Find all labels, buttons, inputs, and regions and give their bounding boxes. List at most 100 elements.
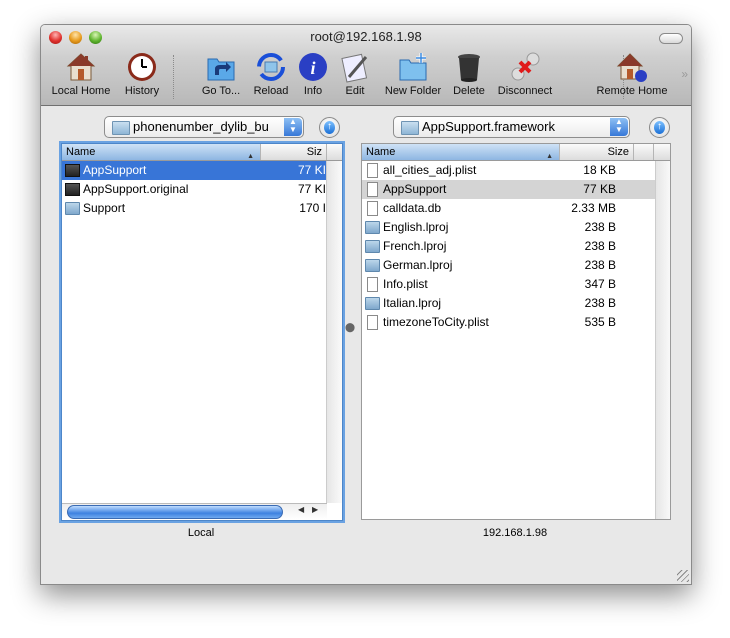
remote-file-list[interactable]: Name ▲ Size all_cities_adj.plist 18 KB AppS…	[361, 143, 671, 520]
new-folder-icon	[399, 53, 427, 81]
file-size: 238 B	[584, 258, 616, 272]
trash-icon	[458, 54, 480, 82]
file-row[interactable]: English.lproj 238 B	[362, 218, 655, 237]
toolbar-toggle-button[interactable]	[659, 33, 683, 44]
toolbar-overflow-icon[interactable]: »	[681, 67, 687, 81]
go-to-button[interactable]: Go To...	[197, 51, 245, 101]
title-bar: root@192.168.1.98 Local Home History Go …	[41, 25, 691, 106]
file-size: 18 KB	[583, 163, 616, 177]
column-header-size[interactable]: Size	[560, 144, 634, 160]
document-icon	[367, 163, 378, 178]
file-row[interactable]: German.lproj 238 B	[362, 256, 655, 275]
clock-icon	[128, 53, 156, 81]
file-size: 77 KB	[583, 182, 616, 196]
remote-house-icon	[616, 53, 647, 82]
local-horizontal-scrollbar[interactable]: ◀ ▶	[62, 503, 327, 519]
folder-icon	[365, 240, 380, 253]
executable-icon	[65, 164, 80, 177]
up-arrow-icon: ↑	[654, 121, 665, 134]
column-header-extra[interactable]	[634, 144, 654, 160]
column-header-name[interactable]: Name ▲	[62, 144, 261, 160]
file-size: 77 KI	[297, 182, 326, 196]
scroll-thumb[interactable]	[67, 505, 283, 519]
file-size: 238 B	[584, 220, 616, 234]
info-icon: i	[299, 53, 327, 81]
file-name: AppSupport.original	[83, 182, 189, 196]
file-name: English.lproj	[383, 220, 449, 234]
remote-vertical-scrollbar[interactable]	[655, 161, 670, 519]
house-icon	[66, 53, 96, 81]
file-row[interactable]: Info.plist 347 B	[362, 275, 655, 294]
remote-up-button[interactable]: ↑	[649, 117, 670, 138]
folder-icon	[365, 259, 380, 272]
file-size: 77 KI	[297, 163, 326, 177]
edit-button[interactable]: Edit	[337, 51, 373, 101]
column-header-name[interactable]: Name ▲	[362, 144, 560, 160]
folder-icon	[112, 121, 130, 135]
local-home-button[interactable]: Local Home	[49, 51, 113, 101]
local-file-list[interactable]: Name ▲ Siz AppSupport 77 KI AppSupport.orig…	[61, 143, 343, 521]
remote-path-popup[interactable]: AppSupport.framework ▲ ▼	[393, 116, 630, 138]
disconnect-icon	[511, 52, 540, 81]
file-size: 347 B	[584, 277, 616, 291]
popup-stepper-icon: ▲ ▼	[284, 118, 302, 136]
file-row[interactable]: AppSupport.original 77 KI	[62, 180, 326, 199]
file-name: Italian.lproj	[383, 296, 442, 310]
edit-icon	[341, 53, 368, 83]
reload-icon	[257, 53, 285, 81]
file-size: 238 B	[584, 296, 616, 310]
file-name: all_cities_adj.plist	[383, 163, 477, 177]
executable-icon	[65, 183, 80, 196]
document-icon	[367, 315, 378, 330]
remote-list-header: Name ▲ Size	[362, 144, 670, 161]
document-icon	[367, 182, 378, 197]
popup-stepper-icon: ▲ ▼	[610, 118, 628, 136]
remote-home-button[interactable]: Remote Home	[591, 51, 673, 101]
splitter-handle[interactable]: ⬤	[345, 322, 355, 333]
scroll-right-arrow-icon[interactable]: ▶	[312, 505, 318, 514]
file-size: 2.33 MB	[571, 201, 616, 215]
folder-icon	[65, 202, 80, 215]
up-arrow-icon: ↑	[324, 121, 335, 134]
delete-button[interactable]: Delete	[449, 51, 489, 101]
history-button[interactable]: History	[119, 51, 165, 101]
reload-button[interactable]: Reload	[249, 51, 293, 101]
column-header-size[interactable]: Siz	[261, 144, 327, 160]
file-row[interactable]: AppSupport 77 KB	[362, 180, 655, 199]
file-row[interactable]: all_cities_adj.plist 18 KB	[362, 161, 655, 180]
resize-grip-icon[interactable]	[677, 570, 689, 582]
file-row[interactable]: calldata.db 2.33 MB	[362, 199, 655, 218]
local-vertical-scrollbar[interactable]	[326, 161, 342, 503]
file-name: Support	[83, 201, 126, 215]
file-name: French.lproj	[383, 239, 447, 253]
file-row[interactable]: Support 170 I	[62, 199, 326, 218]
file-name: AppSupport	[383, 182, 447, 196]
file-row[interactable]: AppSupport 77 KI	[62, 161, 326, 180]
file-name: German.lproj	[383, 258, 453, 272]
file-row[interactable]: timezoneToCity.plist 535 B	[362, 313, 655, 332]
folder-icon	[365, 221, 380, 234]
new-folder-button[interactable]: New Folder	[381, 51, 445, 101]
folder-icon	[401, 121, 419, 135]
folder-icon	[365, 297, 380, 310]
info-button[interactable]: i Info	[295, 51, 331, 101]
file-name: calldata.db	[383, 201, 442, 215]
file-size: 170 I	[299, 201, 326, 215]
local-list-header: Name ▲ Siz	[62, 144, 342, 161]
local-caption: Local	[187, 527, 215, 539]
document-icon	[367, 201, 378, 216]
file-name: AppSupport	[83, 163, 147, 177]
disconnect-button[interactable]: Disconnect	[493, 51, 557, 101]
scroll-left-arrow-icon[interactable]: ◀	[298, 505, 304, 514]
file-name: timezoneToCity.plist	[383, 315, 489, 329]
local-path-popup[interactable]: phonenumber_dylib_bu ▲ ▼	[104, 116, 304, 138]
file-row[interactable]: Italian.lproj 238 B	[362, 294, 655, 313]
file-name: Info.plist	[383, 277, 428, 291]
file-size: 238 B	[584, 239, 616, 253]
file-row[interactable]: French.lproj 238 B	[362, 237, 655, 256]
window-title: root@192.168.1.98	[310, 29, 422, 44]
window: root@192.168.1.98 Local Home History Go …	[40, 24, 692, 585]
local-up-button[interactable]: ↑	[319, 117, 340, 138]
toolbar-separator	[173, 55, 175, 99]
goto-folder-icon	[207, 58, 235, 81]
